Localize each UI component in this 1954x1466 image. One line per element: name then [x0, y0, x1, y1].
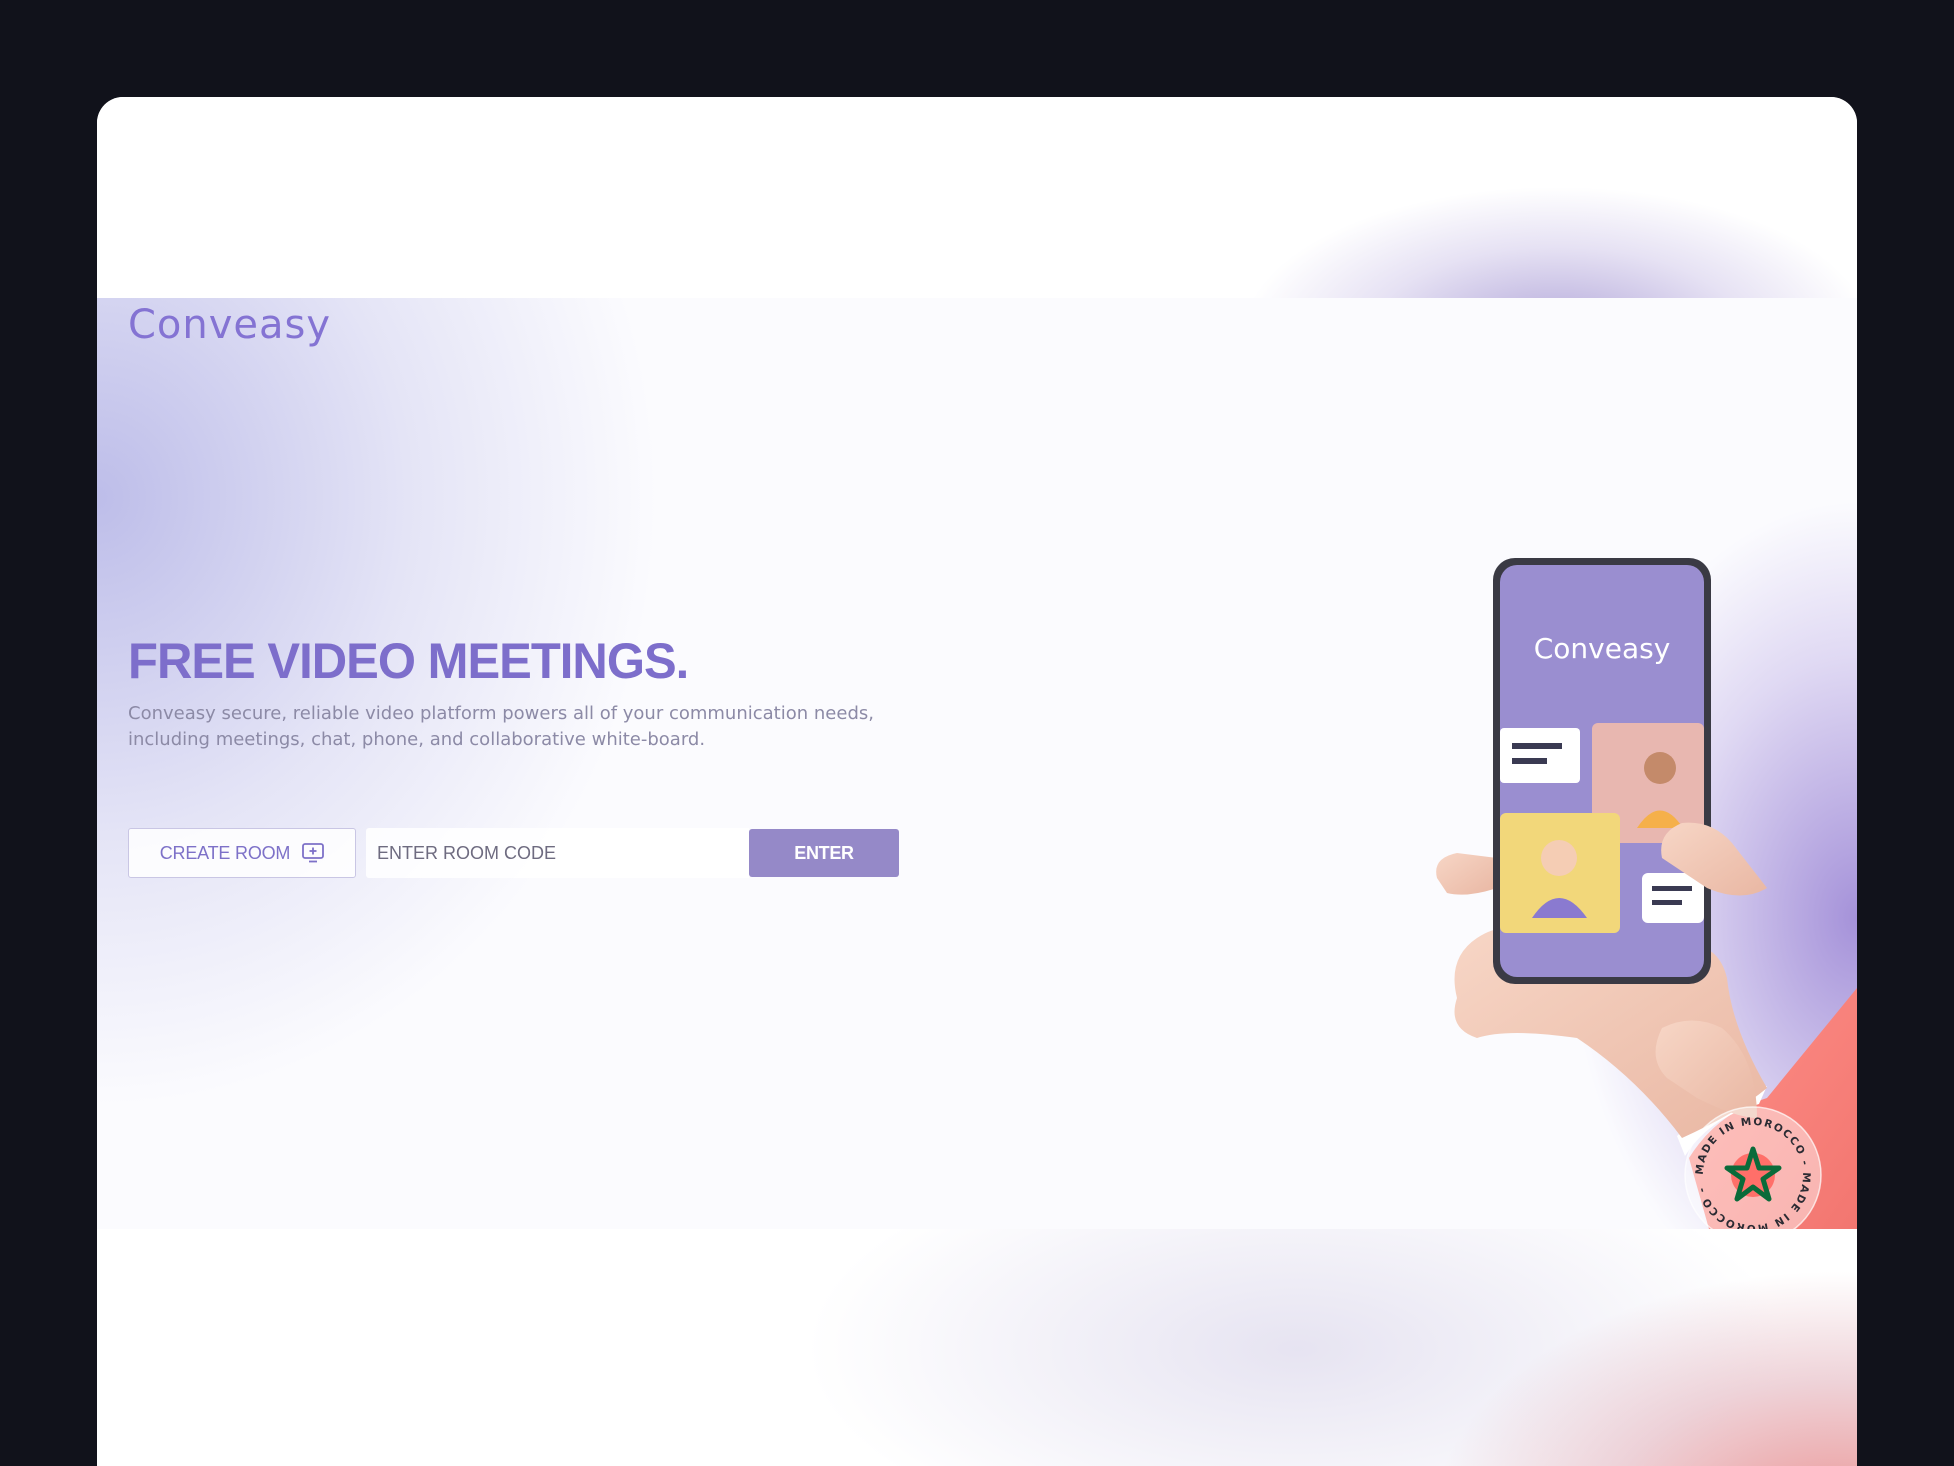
top-decorative-band [97, 97, 1857, 298]
enter-button[interactable]: ENTER [749, 829, 899, 877]
room-code-input[interactable] [366, 828, 749, 878]
made-in-morocco-badge: MADE IN MOROCCO - MADE IN MOROCCO - [1684, 1106, 1822, 1244]
add-screen-icon [302, 843, 325, 863]
chat-bubble-icon [1500, 728, 1580, 783]
room-actions: CREATE ROOM ENTER [128, 828, 899, 878]
create-room-label: CREATE ROOM [159, 842, 291, 863]
finger-shape [1436, 853, 1497, 895]
phone-app-title: Conveasy [1534, 632, 1671, 665]
bottom-decorative-band [97, 1229, 1857, 1466]
hero-description-line: Conveasy secure, reliable video platform… [128, 703, 874, 724]
message-bubble-icon [1642, 873, 1704, 923]
hero-section: Conveasy FREE VIDEO MEETINGS. Conveasy s… [97, 298, 1857, 1244]
hero-description: Conveasy secure, reliable video platform… [128, 701, 928, 753]
hero-description-line: including meetings, chat, phone, and col… [128, 729, 706, 750]
page-frame: Conveasy FREE VIDEO MEETINGS. Conveasy s… [97, 97, 1857, 1466]
hero-headline: FREE VIDEO MEETINGS. [128, 633, 689, 689]
logo[interactable]: Conveasy [128, 302, 331, 348]
create-room-button[interactable]: CREATE ROOM [128, 828, 356, 878]
